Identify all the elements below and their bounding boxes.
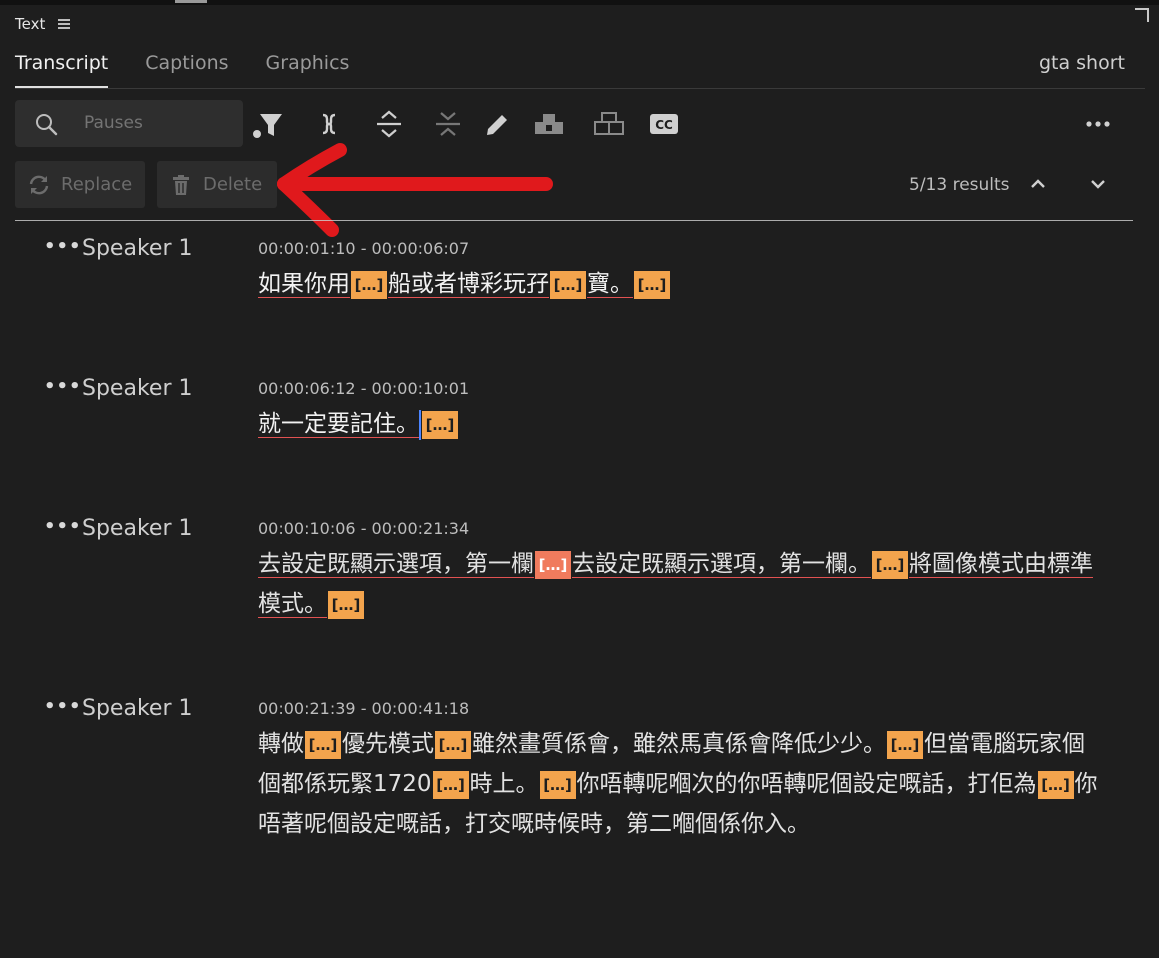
replace-button[interactable]: Replace <box>15 161 145 208</box>
tab-graphics[interactable]: Graphics <box>266 52 350 88</box>
pause-marker[interactable]: […] <box>432 770 469 799</box>
tab-captions[interactable]: Captions <box>145 52 228 88</box>
search-input[interactable]: Pauses <box>15 100 243 147</box>
segment-text[interactable]: 轉做 […] 優先模式 […] 雖然畫質係會，雖然馬真係會降低少少。 […] 但當電腦玩家個… <box>258 724 1098 844</box>
segment-timecode: 00:00:10:06 - 00:00:21:34 <box>258 519 470 538</box>
results-count: 5/13 results <box>909 175 1010 195</box>
speaker-label[interactable]: Speaker 1 <box>82 696 192 721</box>
segment-menu-icon[interactable]: ••• <box>44 236 82 257</box>
merge-segments-icon[interactable] <box>311 106 347 142</box>
search-placeholder: Pauses <box>84 113 143 133</box>
pause-marker[interactable]: […] <box>435 730 471 759</box>
segment-menu-icon[interactable]: ••• <box>44 376 82 397</box>
pause-marker[interactable]: […] <box>351 270 387 299</box>
word[interactable]: 你唔轉呢嗰次的你唔轉呢個設定嘅話，打佢為 <box>577 771 1037 797</box>
pause-marker[interactable]: […] <box>1037 770 1074 799</box>
pause-marker[interactable]: […] <box>872 550 908 579</box>
pencil-icon[interactable] <box>478 106 514 142</box>
tab-bar: Transcript Captions Graphics <box>15 52 386 88</box>
speaker-label[interactable]: Speaker 1 <box>82 516 192 541</box>
pause-marker[interactable]: […] <box>305 730 341 759</box>
segment-text[interactable]: 就一定要記住。 […] <box>258 404 1098 444</box>
segment-text[interactable]: 去設定既顯示選項，第一欄 […] 去設定既顯示選項，第一欄。 […] 將圖像模式由標準模… <box>258 544 1098 624</box>
segment-timecode: 00:00:21:39 - 00:00:41:18 <box>258 699 470 718</box>
pause-marker[interactable]: […] <box>887 730 923 759</box>
segment-text[interactable]: 如果你用 […] 船或者博彩玩孖 […] 寶。 […] <box>258 264 1098 304</box>
segment-menu-icon[interactable]: ••• <box>44 516 82 537</box>
pause-marker[interactable]: […] <box>328 590 364 619</box>
divider <box>15 220 1133 221</box>
window-top-bar <box>0 0 1159 5</box>
expand-icon[interactable] <box>371 106 407 142</box>
speaker-label[interactable]: Speaker 1 <box>82 236 192 261</box>
pause-marker[interactable]: […] <box>550 270 586 299</box>
pause-marker-selected[interactable]: […] <box>535 550 571 579</box>
drag-handle[interactable] <box>175 0 207 3</box>
delete-label: Delete <box>203 174 263 195</box>
word[interactable]: 船或者博彩玩孖 <box>388 271 549 298</box>
speaker-icon[interactable] <box>531 106 567 142</box>
panel-menu-icon[interactable] <box>58 19 71 29</box>
pause-marker[interactable]: […] <box>539 770 576 799</box>
word[interactable]: 時上。 <box>470 771 539 797</box>
word[interactable]: 如果你用 <box>258 271 350 298</box>
word[interactable]: 轉做 <box>258 731 304 757</box>
replace-label: Replace <box>61 174 133 195</box>
word[interactable]: 雖然畫質係會，雖然馬真係會降低少少。 <box>472 731 886 757</box>
svg-text:CC: CC <box>655 118 673 132</box>
word[interactable]: 就一定要記住。 <box>258 411 419 438</box>
divider <box>15 88 1145 89</box>
delete-button[interactable]: Delete <box>157 161 277 208</box>
collapse-icon[interactable] <box>430 106 466 142</box>
next-result-icon[interactable] <box>1084 170 1112 198</box>
speaker-alt-icon[interactable] <box>591 106 627 142</box>
segment-menu-icon[interactable]: ••• <box>44 696 82 717</box>
word[interactable]: 去設定既顯示選項，第一欄 <box>258 551 534 578</box>
pause-marker[interactable]: […] <box>634 270 670 299</box>
panel-corner-icon[interactable] <box>1135 8 1149 22</box>
word[interactable]: 優先模式 <box>342 731 434 757</box>
word[interactable]: 去設定既顯示選項，第一欄。 <box>572 551 871 578</box>
segment-timecode: 00:00:06:12 - 00:00:10:01 <box>258 379 470 398</box>
more-icon[interactable] <box>1080 106 1116 142</box>
filter-icon[interactable] <box>250 106 286 142</box>
annotation-arrow <box>277 143 553 237</box>
speaker-label[interactable]: Speaker 1 <box>82 376 192 401</box>
search-icon <box>36 114 58 136</box>
panel-title: Text <box>15 15 46 33</box>
pause-marker[interactable]: […] <box>422 410 458 439</box>
refresh-icon <box>27 173 51 197</box>
word[interactable]: 寶。 <box>587 271 633 298</box>
cc-icon[interactable]: CC <box>646 106 682 142</box>
panel-header: Text <box>15 15 71 33</box>
text-caret <box>419 409 421 440</box>
trash-icon <box>169 173 193 197</box>
sequence-name: gta short <box>1038 52 1125 74</box>
segment-timecode: 00:00:01:10 - 00:00:06:07 <box>258 239 470 258</box>
tab-transcript[interactable]: Transcript <box>15 52 109 88</box>
previous-result-icon[interactable] <box>1024 170 1052 198</box>
